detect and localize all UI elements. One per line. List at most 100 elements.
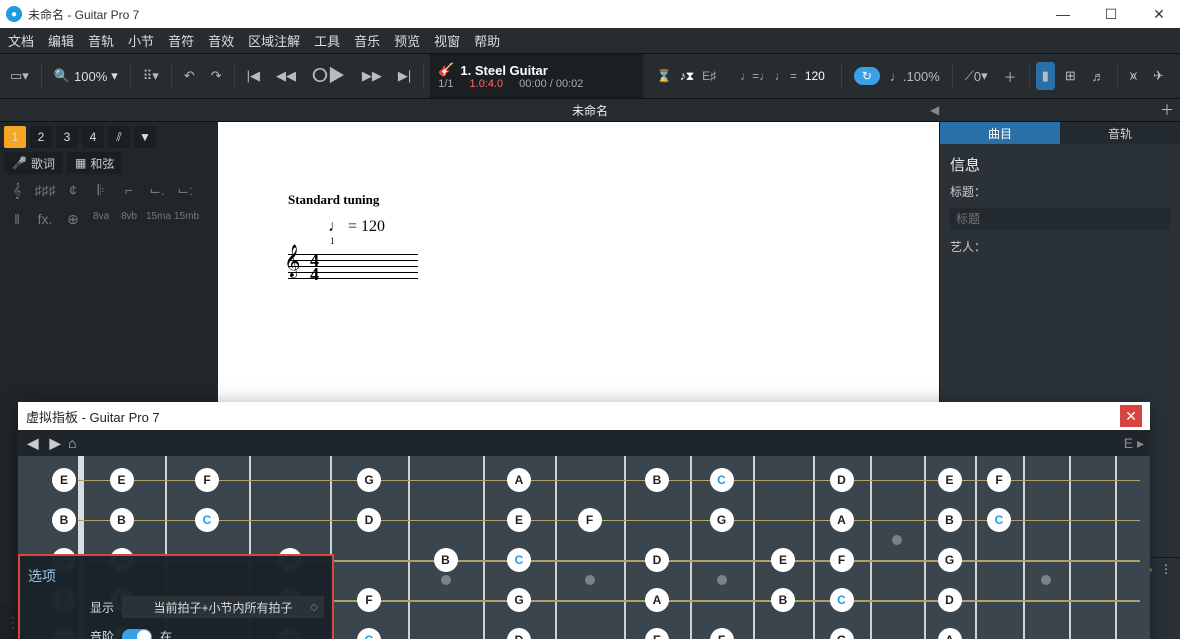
voice-1-button[interactable]: 1 — [4, 126, 26, 148]
fret-left-button[interactable]: ◀ — [24, 435, 42, 452]
menu-7[interactable]: 工具 — [314, 31, 340, 50]
minimize-button[interactable]: — — [1048, 6, 1078, 23]
voice-3-button[interactable]: 3 — [56, 126, 78, 148]
menu-3[interactable]: 小节 — [128, 31, 154, 50]
menu-1[interactable]: 编辑 — [48, 31, 74, 50]
repeat-icon[interactable]: 𝄆 — [90, 182, 112, 199]
fret-note[interactable]: C — [830, 588, 854, 612]
8vb-icon[interactable]: 8vb — [118, 211, 140, 228]
menu-8[interactable]: 音乐 — [354, 31, 380, 50]
menu-9[interactable]: 预览 — [394, 31, 420, 50]
fretboard[interactable]: 选项 显示 当前拍子+小节内所有拍子◇ 音阶 在 C Major 强调根音位置 … — [18, 456, 1150, 639]
multivoice-icon[interactable]: ⫽ — [108, 126, 130, 148]
voice-2-button[interactable]: 2 — [30, 126, 52, 148]
fret-note[interactable]: E — [507, 508, 531, 532]
fret-note[interactable]: E — [938, 468, 962, 492]
fretboard-view-button[interactable]: ⊞ — [1059, 62, 1082, 90]
play-button[interactable]: ⭘▶ — [306, 62, 352, 90]
fret-note[interactable]: B — [771, 588, 795, 612]
open-note[interactable]: E — [52, 468, 76, 492]
fret-note[interactable]: E — [771, 548, 795, 572]
score-view-button[interactable]: ▮ — [1036, 62, 1055, 90]
close-button[interactable]: ✕ — [1144, 6, 1174, 23]
wifi-icon[interactable]: ⩙ — [1124, 62, 1143, 90]
menu-10[interactable]: 视窗 — [434, 31, 460, 50]
fret-note[interactable]: F — [710, 628, 734, 639]
fret-note[interactable]: C — [357, 628, 381, 639]
fret-note[interactable]: C — [987, 508, 1011, 532]
maximize-button[interactable]: ☐ — [1096, 6, 1126, 23]
fret-note[interactable]: F — [830, 548, 854, 572]
undo-button[interactable]: ↶ — [178, 62, 201, 90]
15ma-icon[interactable]: 15ma — [146, 211, 168, 228]
tempo-display[interactable]: ♩=♩ ♩ =120 — [730, 69, 835, 83]
fret-note[interactable]: F — [195, 468, 219, 492]
keyboard-view-button[interactable]: ♬ — [1086, 62, 1111, 90]
open-note[interactable]: B — [52, 508, 76, 532]
fret-note[interactable]: A — [645, 588, 669, 612]
menu-0[interactable]: 文档 — [8, 31, 34, 50]
string-1[interactable] — [78, 480, 1140, 481]
panel-toggle-button[interactable]: ▭▾ — [4, 62, 35, 90]
fret-note[interactable]: D — [938, 588, 962, 612]
key-sig-icon[interactable]: ♯♯♯ — [34, 182, 56, 199]
marker-icon[interactable]: ◀ — [930, 103, 939, 117]
fret-note[interactable]: B — [434, 548, 458, 572]
fret-note[interactable]: B — [645, 468, 669, 492]
menu-11[interactable]: 帮助 — [474, 31, 500, 50]
section-icon[interactable]: ⌙. — [146, 182, 168, 199]
layout-button[interactable]: ⠿▾ — [137, 62, 165, 90]
zoom-control[interactable]: 🔍 100% ▾ — [48, 68, 124, 84]
loop-button[interactable]: ↻ — [854, 67, 880, 85]
prev-bar-button[interactable]: |◀ — [241, 62, 266, 90]
tuner-button[interactable]: ⟋ 0 ▾ — [959, 62, 994, 90]
chords-button[interactable]: ▦和弦 — [67, 152, 122, 174]
fret-note[interactable]: G — [710, 508, 734, 532]
fret-note[interactable]: A — [830, 508, 854, 532]
next-bar-button[interactable]: ▶| — [392, 62, 417, 90]
fret-note[interactable]: D — [507, 628, 531, 639]
eq-more-icon[interactable]: ⋮ — [1160, 562, 1172, 576]
voice-4-button[interactable]: 4 — [82, 126, 104, 148]
fret-note[interactable]: F — [578, 508, 602, 532]
fret-note[interactable]: C — [195, 508, 219, 532]
8va-icon[interactable]: 8va — [90, 211, 112, 228]
redo-button[interactable]: ↷ — [205, 62, 228, 90]
fret-note[interactable]: G — [830, 628, 854, 639]
fret-home-icon[interactable]: ⌂ — [68, 435, 76, 451]
fret-note[interactable]: D — [645, 548, 669, 572]
design-mode-icon[interactable]: ▼ — [134, 126, 156, 148]
rewind-button[interactable]: ◀◀ — [270, 62, 302, 90]
fret-note[interactable]: F — [357, 588, 381, 612]
section2-icon[interactable]: ⌙: — [174, 182, 196, 199]
clef-icon[interactable]: 𝄞 — [6, 182, 28, 199]
fret-right-button[interactable]: ▶ — [46, 435, 64, 452]
fret-note[interactable]: E — [645, 628, 669, 639]
ending-icon[interactable]: ⌐ — [118, 182, 140, 199]
speed-trainer[interactable]: ♩. 100% — [884, 62, 946, 90]
fret-note[interactable]: C — [710, 468, 734, 492]
add-button[interactable]: ＋ — [998, 62, 1023, 90]
track-info[interactable]: 🎸1. Steel Guitar 1/1 1.0:4.0 00:00 / 00:… — [430, 54, 643, 98]
display-select[interactable]: 当前拍子+小节内所有拍子◇ — [122, 596, 324, 618]
lyrics-button[interactable]: 🎤歌词 — [4, 152, 63, 174]
time-sig-icon[interactable]: ¢ — [62, 182, 84, 199]
menu-4[interactable]: 音符 — [168, 31, 194, 50]
fret-note[interactable]: E — [110, 468, 134, 492]
document-name[interactable]: 未命名 — [572, 102, 608, 119]
fret-note[interactable]: G — [938, 548, 962, 572]
fret-note[interactable]: C — [507, 548, 531, 572]
fret-note[interactable]: A — [507, 468, 531, 492]
fret-note[interactable]: B — [110, 508, 134, 532]
barline-icon[interactable]: ‖ — [6, 211, 28, 228]
15mb-icon[interactable]: 15mb — [174, 211, 196, 228]
fret-note[interactable]: A — [938, 628, 962, 639]
add-tab-button[interactable]: ＋ — [1160, 100, 1174, 120]
string-2[interactable] — [78, 520, 1140, 521]
scale-toggle[interactable] — [122, 629, 152, 639]
fret-note[interactable]: D — [830, 468, 854, 492]
forward-button[interactable]: ▶▶ — [356, 62, 388, 90]
fretboard-close-button[interactable]: ✕ — [1120, 405, 1142, 427]
fret-note[interactable]: G — [507, 588, 531, 612]
title-input[interactable] — [950, 208, 1170, 230]
